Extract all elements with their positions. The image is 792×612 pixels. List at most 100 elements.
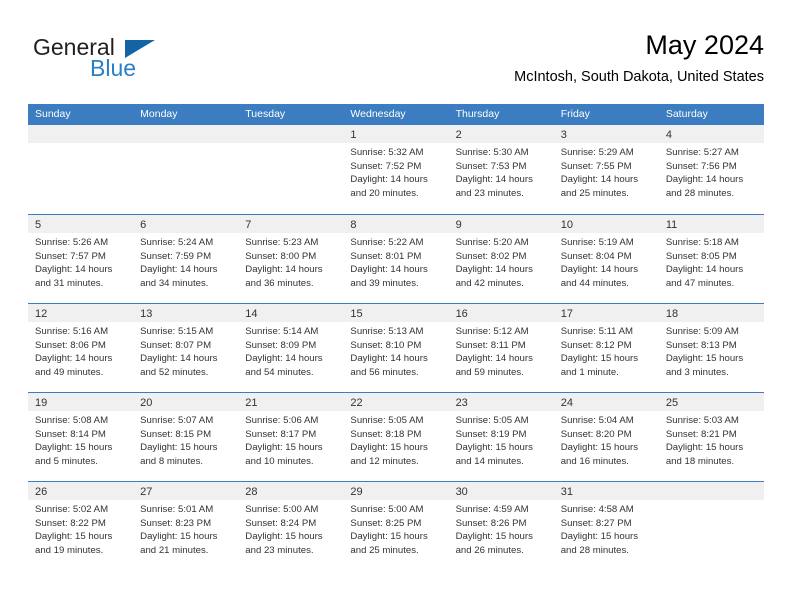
daylight-text-cont: and 59 minutes. <box>455 366 524 378</box>
day-number: 9 <box>455 219 462 231</box>
calendar-day-cell-empty <box>28 125 134 214</box>
sunrise-text: Sunrise: 5:30 AM <box>455 147 529 158</box>
daylight-text-cont: and 18 minutes. <box>665 455 735 467</box>
sunrise-text: Sunrise: 5:27 AM <box>665 147 739 158</box>
calendar-day-cell[interactable]: 28 Sunrise: 5:00 AM Sunset: 8:24 PM Dayligh… <box>238 482 344 570</box>
day-details: Sunrise: 5:05 AM Sunset: 8:19 PM Daylight:… <box>449 411 554 468</box>
calendar-day-cell[interactable]: 29 Sunrise: 5:00 AM Sunset: 8:25 PM Dayligh… <box>343 482 449 570</box>
day-details: Sunrise: 5:19 AM Sunset: 8:04 PM Daylight:… <box>554 233 659 290</box>
day-details: Sunrise: 5:13 AM Sunset: 8:10 PM Daylight:… <box>343 322 448 379</box>
daylight-text-cont: and 23 minutes. <box>245 544 314 556</box>
day-number-band: 23 <box>448 393 554 411</box>
calendar-weeks: 1 Sunrise: 5:32 AM Sunset: 7:52 PM Daylight… <box>28 125 764 570</box>
calendar-day-cell[interactable]: 7 Sunrise: 5:23 AM Sunset: 8:00 PM Daylight… <box>238 215 344 303</box>
daylight-text: Daylight: 14 hours <box>140 353 218 365</box>
calendar-day-cell[interactable]: 17 Sunrise: 5:11 AM Sunset: 8:12 PM Dayligh… <box>553 304 659 392</box>
day-number-band: 29 <box>343 482 449 500</box>
daylight-text-cont: and 28 minutes. <box>665 187 735 199</box>
calendar-day-cell[interactable]: 19 Sunrise: 5:08 AM Sunset: 8:14 PM Dayligh… <box>28 393 134 481</box>
daylight-text: Daylight: 14 hours <box>560 174 639 186</box>
calendar-day-cell[interactable]: 4 Sunrise: 5:27 AM Sunset: 7:56 PM Daylight… <box>658 125 764 214</box>
day-number-band: 16 <box>448 304 554 322</box>
day-details: Sunrise: 5:24 AM Sunset: 7:59 PM Daylight:… <box>133 233 238 290</box>
calendar-day-cell[interactable]: 23 Sunrise: 5:05 AM Sunset: 8:19 PM Dayligh… <box>448 393 554 481</box>
day-number: 23 <box>455 397 468 409</box>
calendar-day-cell[interactable]: 20 Sunrise: 5:07 AM Sunset: 8:15 PM Dayligh… <box>133 393 239 481</box>
calendar-week-row: 5 Sunrise: 5:26 AM Sunset: 7:57 PM Daylight… <box>28 214 764 303</box>
day-number-band: 2 <box>448 125 554 143</box>
day-number: 18 <box>665 308 679 320</box>
day-number: 29 <box>350 486 363 498</box>
calendar-day-cell[interactable]: 2 Sunrise: 5:30 AM Sunset: 7:53 PM Daylight… <box>448 125 554 214</box>
day-number: 10 <box>560 219 573 231</box>
daylight-text-cont: and 26 minutes. <box>455 544 524 556</box>
calendar-day-cell[interactable]: 6 Sunrise: 5:24 AM Sunset: 7:59 PM Daylight… <box>133 215 239 303</box>
calendar-day-cell[interactable]: 27 Sunrise: 5:01 AM Sunset: 8:23 PM Dayligh… <box>133 482 239 570</box>
sunset-text: Sunset: 8:01 PM <box>350 250 422 262</box>
calendar-day-cell[interactable]: 30 Sunrise: 4:59 AM Sunset: 8:26 PM Dayligh… <box>448 482 554 570</box>
calendar-day-cell[interactable]: 13 Sunrise: 5:15 AM Sunset: 8:07 PM Dayligh… <box>133 304 239 392</box>
page-subtitle: McIntosh, South Dakota, United States <box>514 69 764 85</box>
day-number: 6 <box>140 219 147 231</box>
sunrise-text: Sunrise: 5:11 AM <box>560 326 634 337</box>
day-number-band: 6 <box>133 215 239 233</box>
daylight-text-cont: and 1 minute. <box>560 366 619 378</box>
calendar-day-cell[interactable]: 24 Sunrise: 5:04 AM Sunset: 8:20 PM Dayligh… <box>553 393 659 481</box>
calendar-day-cell[interactable]: 8 Sunrise: 5:22 AM Sunset: 8:01 PM Daylight… <box>343 215 449 303</box>
day-number-band: 3 <box>553 125 659 143</box>
sunset-text: Sunset: 8:23 PM <box>140 517 212 529</box>
calendar-day-cell[interactable]: 15 Sunrise: 5:13 AM Sunset: 8:10 PM Dayligh… <box>343 304 449 392</box>
sunrise-text: Sunrise: 5:19 AM <box>560 237 634 248</box>
weekday-header-tuesday: Tuesday <box>245 108 286 120</box>
calendar-day-cell[interactable]: 5 Sunrise: 5:26 AM Sunset: 7:57 PM Daylight… <box>28 215 134 303</box>
calendar-day-cell[interactable]: 21 Sunrise: 5:06 AM Sunset: 8:17 PM Dayligh… <box>238 393 344 481</box>
day-number-band: 5 <box>28 215 134 233</box>
daylight-text-cont: and 49 minutes. <box>35 366 104 378</box>
day-details: Sunrise: 5:14 AM Sunset: 8:09 PM Daylight:… <box>238 322 343 379</box>
calendar-day-cell[interactable]: 10 Sunrise: 5:19 AM Sunset: 8:04 PM Dayligh… <box>553 215 659 303</box>
calendar-day-cell[interactable]: 31 Sunrise: 4:58 AM Sunset: 8:27 PM Dayligh… <box>553 482 659 570</box>
daylight-text: Daylight: 15 hours <box>245 442 323 454</box>
calendar-day-cell[interactable]: 9 Sunrise: 5:20 AM Sunset: 8:02 PM Daylight… <box>448 215 554 303</box>
sunset-text: Sunset: 8:27 PM <box>560 517 632 529</box>
daylight-text: Daylight: 15 hours <box>560 353 639 365</box>
calendar-week-row: 26 Sunrise: 5:02 AM Sunset: 8:22 PM Dayligh… <box>28 481 764 570</box>
calendar-day-cell[interactable]: 3 Sunrise: 5:29 AM Sunset: 7:55 PM Daylight… <box>553 125 659 214</box>
calendar-day-cell[interactable]: 25 Sunrise: 5:03 AM Sunset: 8:21 PM Dayligh… <box>658 393 764 481</box>
logo-text-blue: Blue <box>90 55 137 81</box>
sunset-text: Sunset: 7:53 PM <box>455 160 527 172</box>
calendar-day-cell[interactable]: 16 Sunrise: 5:12 AM Sunset: 8:11 PM Dayligh… <box>448 304 554 392</box>
sunset-text: Sunset: 8:24 PM <box>245 517 317 529</box>
daylight-text: Daylight: 15 hours <box>35 442 113 454</box>
day-details: Sunrise: 5:30 AM Sunset: 7:53 PM Daylight:… <box>449 143 554 200</box>
calendar-day-cell[interactable]: 12 Sunrise: 5:16 AM Sunset: 8:06 PM Dayligh… <box>28 304 134 392</box>
sunset-text: Sunset: 8:15 PM <box>140 428 212 440</box>
sunrise-text: Sunrise: 5:08 AM <box>35 415 109 426</box>
day-number: 17 <box>560 308 573 320</box>
day-details: Sunrise: 5:15 AM Sunset: 8:07 PM Daylight:… <box>133 322 238 379</box>
day-number-band: 4 <box>658 125 764 143</box>
calendar-day-cell[interactable]: 14 Sunrise: 5:14 AM Sunset: 8:09 PM Dayligh… <box>238 304 344 392</box>
daylight-text-cont: and 39 minutes. <box>350 277 419 289</box>
calendar-day-cell[interactable]: 26 Sunrise: 5:02 AM Sunset: 8:22 PM Dayligh… <box>28 482 134 570</box>
sunrise-text: Sunrise: 5:00 AM <box>350 504 424 515</box>
sunrise-text: Sunrise: 5:01 AM <box>140 504 214 515</box>
calendar-day-cell[interactable]: 1 Sunrise: 5:32 AM Sunset: 7:52 PM Daylight… <box>343 125 449 214</box>
sunrise-text: Sunrise: 5:04 AM <box>560 415 634 426</box>
weekday-header-thursday: Thursday <box>455 108 500 120</box>
title-block: May 2024 McIntosh, South Dakota, United … <box>514 28 764 88</box>
day-number-band: 10 <box>553 215 659 233</box>
day-number-band: 20 <box>133 393 239 411</box>
calendar-day-cell-empty <box>658 482 764 570</box>
calendar-day-cell[interactable]: 11 Sunrise: 5:18 AM Sunset: 8:05 PM Dayligh… <box>658 215 764 303</box>
day-details <box>133 143 238 146</box>
daylight-text-cont: and 42 minutes. <box>455 277 524 289</box>
day-details: Sunrise: 5:04 AM Sunset: 8:20 PM Daylight:… <box>554 411 659 468</box>
day-number-band: 30 <box>448 482 554 500</box>
sunset-text: Sunset: 8:13 PM <box>665 339 737 351</box>
day-details: Sunrise: 5:03 AM Sunset: 8:21 PM Daylight:… <box>659 411 764 468</box>
calendar-day-cell[interactable]: 22 Sunrise: 5:05 AM Sunset: 8:18 PM Dayligh… <box>343 393 449 481</box>
day-number: 4 <box>665 129 672 141</box>
calendar-day-cell[interactable]: 18 Sunrise: 5:09 AM Sunset: 8:13 PM Dayligh… <box>658 304 764 392</box>
day-number-band: 17 <box>553 304 659 322</box>
